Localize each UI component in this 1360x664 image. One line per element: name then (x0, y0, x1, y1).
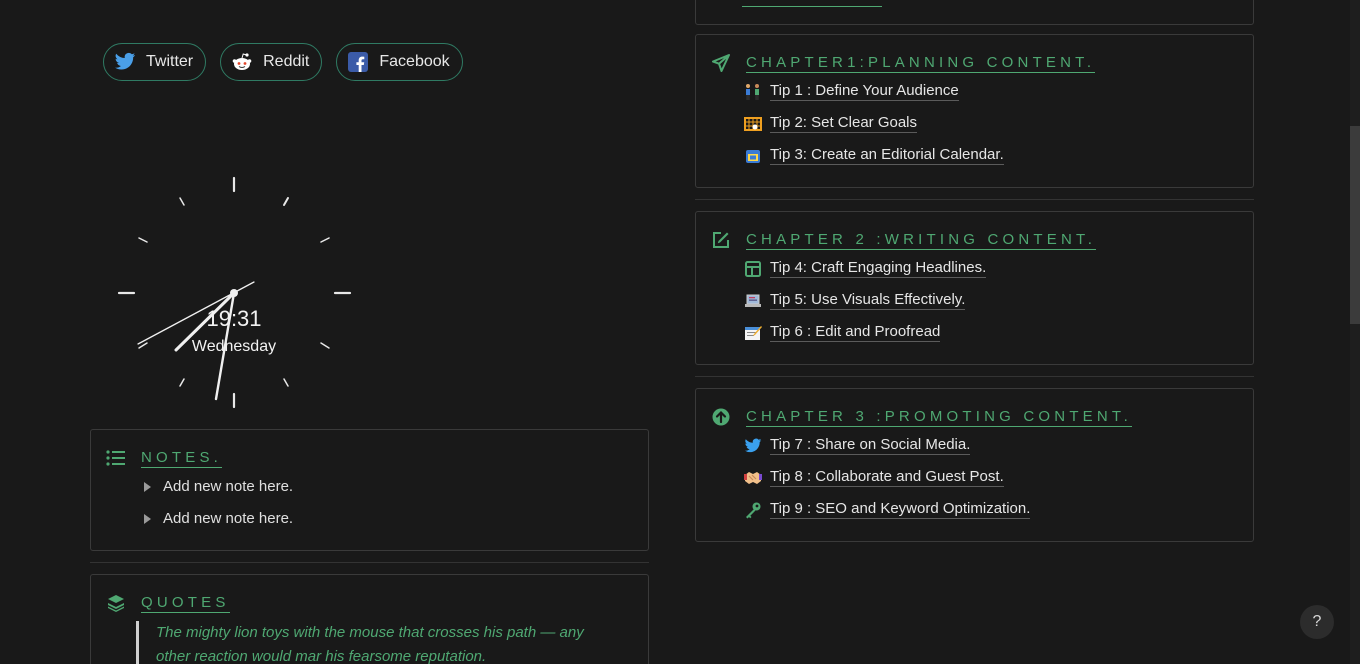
toggle-triangle-icon[interactable] (144, 481, 151, 492)
scrollbar-thumb[interactable] (1350, 126, 1360, 324)
toggle-triangle-icon[interactable] (144, 513, 151, 524)
divider (695, 376, 1254, 377)
tip-label[interactable]: Tip 6 : Edit and Proofread (770, 323, 941, 342)
twitter-bird-icon (744, 437, 762, 455)
headline-icon (744, 260, 762, 278)
paper-plane-icon (710, 52, 732, 74)
laptop-icon (744, 292, 762, 310)
tip-6[interactable]: Tip 6 : Edit and Proofread (744, 323, 941, 342)
tip-4[interactable]: Tip 4: Craft Engaging Headlines. (744, 259, 987, 278)
chapter2-title-text[interactable]: CHAPTER 2 :WRITING CONTENT. (746, 231, 1097, 250)
notes-title: NOTES. (105, 447, 223, 469)
facebook-button[interactable]: Facebook (336, 43, 463, 81)
people-icon (744, 83, 762, 101)
note-item[interactable]: Add new note here. (144, 510, 293, 527)
twitter-bird-icon (114, 51, 136, 73)
quote-text: The mighty lion toys with the mouse that… (136, 621, 606, 664)
page-scrollbar[interactable] (1350, 0, 1360, 664)
notes-title-text[interactable]: NOTES. (141, 449, 223, 468)
tip-label[interactable]: Tip 2: Set Clear Goals (770, 114, 918, 133)
divider (90, 562, 649, 563)
twitter-button[interactable]: Twitter (103, 43, 207, 81)
tip-label[interactable]: Tip 8 : Collaborate and Guest Post. (770, 468, 1004, 487)
quotes-title-text[interactable]: QUOTES (141, 594, 230, 613)
chapter1-title: CHAPTER1:PLANNING CONTENT. (710, 52, 1096, 74)
tip-7[interactable]: Tip 7 : Share on Social Media. (744, 436, 971, 455)
tip-label[interactable]: Tip 3: Create an Editorial Calendar. (770, 146, 1004, 165)
note-text: Add new note here. (163, 510, 294, 527)
tip-label[interactable]: Tip 4: Craft Engaging Headlines. (770, 259, 987, 278)
tip-label[interactable]: Tip 5: Use Visuals Effectively. (770, 291, 966, 310)
reddit-button[interactable]: Reddit (220, 43, 323, 81)
tip-label[interactable]: Tip 1 : Define Your Audience (770, 82, 959, 101)
help-button[interactable]: ? (1300, 605, 1334, 639)
tip-8[interactable]: Tip 8 : Collaborate and Guest Post. (744, 468, 1004, 487)
key-icon (744, 501, 762, 519)
memo-icon (744, 324, 762, 342)
social-links: Twitter Reddit Facebook (103, 43, 463, 81)
divider (695, 199, 1254, 200)
handshake-icon (744, 469, 762, 487)
tip-1[interactable]: Tip 1 : Define Your Audience (744, 82, 959, 101)
reddit-label: Reddit (263, 53, 310, 70)
tip-9[interactable]: Tip 9 : SEO and Keyword Optimization. (744, 500, 1031, 519)
layers-icon (105, 592, 127, 614)
facebook-label: Facebook (379, 53, 450, 70)
tip-label[interactable]: Tip 7 : Share on Social Media. (770, 436, 971, 455)
tip-5[interactable]: Tip 5: Use Visuals Effectively. (744, 291, 966, 310)
edit-icon (710, 229, 732, 251)
list-icon (105, 447, 127, 469)
tip-label[interactable]: Tip 9 : SEO and Keyword Optimization. (770, 500, 1031, 519)
tip-3[interactable]: Tip 3: Create an Editorial Calendar. (744, 146, 1004, 165)
previous-card (695, 0, 1254, 25)
calendar-icon (744, 147, 762, 165)
clock-time: 19:31 (206, 306, 262, 331)
reddit-alien-icon (231, 51, 253, 73)
chapter3-title-text[interactable]: CHAPTER 3 :PROMOTING CONTENT. (746, 408, 1132, 427)
chapter2-title: CHAPTER 2 :WRITING CONTENT. (710, 229, 1097, 251)
arrow-up-circle-icon (710, 406, 732, 428)
goal-net-icon (744, 115, 762, 133)
twitter-label: Twitter (146, 53, 194, 70)
chapter3-title: CHAPTER 3 :PROMOTING CONTENT. (710, 406, 1132, 428)
tip-2[interactable]: Tip 2: Set Clear Goals (744, 114, 918, 133)
note-text: Add new note here. (163, 478, 294, 495)
note-item[interactable]: Add new note here. (144, 478, 293, 495)
quotes-title: QUOTES (105, 592, 230, 614)
clock-day: Wednesday (191, 338, 277, 355)
analog-clock: 19:31 Wednesday (114, 172, 354, 412)
previous-card-underline (742, 6, 882, 7)
clock-face (117, 176, 352, 409)
facebook-f-icon (347, 51, 369, 73)
chapter1-title-text[interactable]: CHAPTER1:PLANNING CONTENT. (746, 54, 1096, 73)
